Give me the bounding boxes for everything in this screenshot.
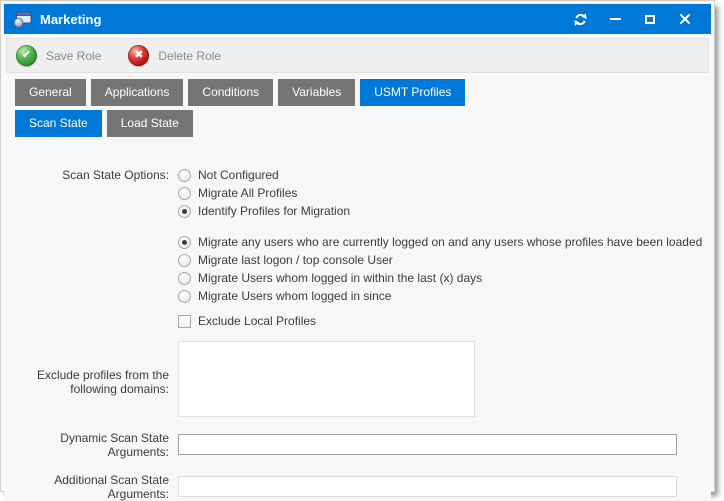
scan-state-options-label: Scan State Options: [4,166,169,182]
exclude-local-profiles-row: Exclude Local Profiles [4,312,711,330]
window-title: Marketing [40,12,101,27]
migration-options-row: Migrate any users who are currently logg… [4,233,711,305]
dynamic-args-label: Dynamic Scan State Arguments: [4,429,169,459]
profile-options-group: Not Configured Migrate All Profiles Iden… [178,166,711,220]
tab-applications[interactable]: Applications [91,79,184,106]
tab-load-state[interactable]: Load State [107,110,193,137]
radio-not-configured[interactable]: Not Configured [178,166,711,184]
dynamic-args-row: Dynamic Scan State Arguments: [4,429,711,459]
exclude-domains-row: Exclude profiles from the following doma… [4,341,711,420]
radio-migrate-last-x-days[interactable]: Migrate Users whom logged in within the … [178,269,711,287]
additional-args-row: Additional Scan State Arguments: [4,471,711,501]
radio-label: Migrate Users whom logged in since [198,289,391,303]
radio-label: Not Configured [198,168,279,182]
tab-general[interactable]: General [15,79,86,106]
radio-label: Migrate All Profiles [198,186,297,200]
radio-migrate-since[interactable]: Migrate Users whom logged in since [178,287,711,305]
checkbox-icon[interactable] [178,315,191,328]
radio-label: Migrate any users who are currently logg… [198,235,702,249]
window-controls [569,8,702,30]
dialog-window: Marketing ✔ Save Role [0,0,715,492]
radio-label: Migrate last logon / top console User [198,253,393,267]
toolbar: ✔ Save Role ✖ Delete Role [6,38,709,73]
green-check-icon: ✔ [16,45,37,66]
refresh-icon[interactable] [569,8,591,30]
radio-icon[interactable] [178,290,191,303]
radio-migrate-all-profiles[interactable]: Migrate All Profiles [178,184,711,202]
title-bar: Marketing [4,4,711,34]
radio-icon[interactable] [178,272,191,285]
radio-icon[interactable] [178,236,191,249]
delete-role-button[interactable]: ✖ Delete Role [128,45,221,66]
tab-variables[interactable]: Variables [278,79,355,106]
sub-tab-bar: Scan State Load State [15,110,711,137]
close-icon[interactable] [674,8,696,30]
scan-state-form: Scan State Options: Not Configured Migra… [4,166,711,501]
app-window-icon [13,11,32,28]
tab-conditions[interactable]: Conditions [188,79,273,106]
exclude-local-profiles-option[interactable]: Exclude Local Profiles [178,312,711,330]
radio-identify-profiles[interactable]: Identify Profiles for Migration [178,202,711,220]
red-x-icon: ✖ [128,45,149,66]
save-role-button[interactable]: ✔ Save Role [16,45,101,66]
radio-label: Identify Profiles for Migration [198,204,350,218]
migration-options-group: Migrate any users who are currently logg… [178,233,711,305]
minimize-icon[interactable] [604,8,626,30]
exclude-domains-textarea[interactable] [178,341,475,417]
radio-icon[interactable] [178,205,191,218]
radio-icon[interactable] [178,254,191,267]
radio-icon[interactable] [178,169,191,182]
radio-migrate-logged-on-users[interactable]: Migrate any users who are currently logg… [178,233,711,251]
dynamic-args-input[interactable] [178,434,677,455]
exclude-domains-label: Exclude profiles from the following doma… [4,366,169,396]
maximize-icon[interactable] [639,8,661,30]
delete-role-label: Delete Role [158,49,221,63]
radio-label: Migrate Users whom logged in within the … [198,271,482,285]
tab-usmt-profiles[interactable]: USMT Profiles [360,79,465,106]
main-tab-bar: General Applications Conditions Variable… [15,79,711,106]
radio-icon[interactable] [178,187,191,200]
scan-state-panel: Scan State Options: Not Configured Migra… [4,137,711,501]
checkbox-label: Exclude Local Profiles [198,314,316,328]
additional-args-label: Additional Scan State Arguments: [4,471,169,501]
scan-state-options-row: Scan State Options: Not Configured Migra… [4,166,711,220]
radio-migrate-last-logon[interactable]: Migrate last logon / top console User [178,251,711,269]
additional-args-input[interactable] [178,476,677,497]
save-role-label: Save Role [46,49,101,63]
tab-scan-state[interactable]: Scan State [15,110,102,137]
